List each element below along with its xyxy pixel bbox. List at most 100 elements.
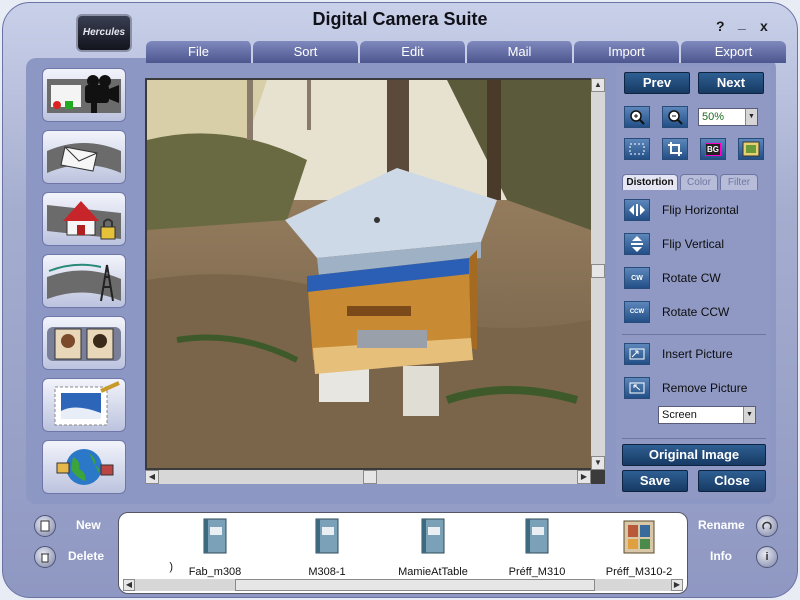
insert-picture-label: Insert Picture: [662, 347, 733, 361]
sidebar-web-button[interactable]: [42, 440, 126, 494]
scroll-left-arrow-icon[interactable]: ◀: [145, 470, 159, 484]
rotate-ccw-icon-text: CCW: [629, 309, 645, 315]
edit-tabs: Distortion Color Filter: [622, 174, 768, 190]
delete-button[interactable]: Delete: [68, 549, 104, 563]
bg-icon-label: BG: [705, 142, 721, 156]
app-title: Digital Camera Suite: [312, 9, 488, 29]
rename-icon[interactable]: [756, 515, 778, 537]
book-icon: [315, 518, 339, 554]
save-button[interactable]: Save: [622, 470, 688, 492]
divider: [622, 438, 766, 439]
insert-picture-action[interactable]: Insert Picture: [624, 340, 768, 368]
remove-picture-icon: [624, 377, 650, 399]
mail-film-icon: [47, 143, 121, 173]
picture-frame-icon[interactable]: [738, 138, 764, 160]
scroll-down-arrow-icon[interactable]: ▼: [591, 456, 605, 470]
open-album-icon: [623, 520, 655, 554]
book-icon: [203, 518, 227, 554]
flip-horizontal-action[interactable]: Flip Horizontal: [624, 196, 768, 224]
sidebar-video-button[interactable]: [42, 68, 126, 122]
image-viewer: ▲ ▼ ◀ ▶: [145, 78, 605, 484]
file-name: MamieAtTable: [398, 566, 468, 578]
rotate-cw-action[interactable]: CW Rotate CW: [624, 264, 768, 292]
vertical-scroll-thumb[interactable]: [591, 264, 605, 278]
tab-filter[interactable]: Filter: [720, 174, 758, 190]
bg-icon[interactable]: BG: [700, 138, 726, 160]
file-item[interactable]: MamieAtTable: [383, 517, 483, 578]
zoom-in-icon[interactable]: [624, 106, 650, 128]
new-button[interactable]: New: [76, 518, 101, 532]
flip-horizontal-icon: [624, 199, 650, 221]
app-window: Hercules Digital Camera Suite ? _ x File…: [0, 0, 800, 600]
book-icon: [421, 518, 445, 554]
file-strip-scrollbar[interactable]: ◀ ▶: [123, 579, 683, 591]
stamp-icon: [54, 381, 120, 426]
scroll-left-arrow-icon[interactable]: ◀: [123, 579, 135, 591]
menu-edit[interactable]: Edit: [360, 41, 467, 63]
zoom-out-icon[interactable]: [662, 106, 688, 128]
chevron-down-icon[interactable]: ▼: [743, 407, 755, 423]
sidebar-stamp-button[interactable]: [42, 378, 126, 432]
menu-mail[interactable]: Mail: [467, 41, 574, 63]
globe-photos-icon: [56, 449, 114, 485]
flip-vertical-action[interactable]: Flip Vertical: [624, 230, 768, 258]
horizontal-scroll-thumb[interactable]: [363, 470, 377, 484]
video-camera-film-icon: [47, 75, 121, 113]
next-button[interactable]: Next: [698, 72, 764, 94]
info-icon[interactable]: i: [756, 546, 778, 568]
file-item[interactable]: M308-1: [277, 517, 377, 578]
remove-picture-action[interactable]: Remove Picture: [624, 374, 768, 402]
file-item[interactable]: Préff_M310-2: [589, 517, 687, 578]
chevron-down-icon[interactable]: ▼: [745, 109, 757, 125]
delete-icon[interactable]: [34, 546, 56, 568]
rename-button[interactable]: Rename: [698, 518, 745, 532]
rotate-cw-label: Rotate CW: [662, 271, 721, 285]
file-item[interactable]: Préff_M310: [487, 517, 587, 578]
tab-color[interactable]: Color: [680, 174, 718, 190]
rotate-ccw-label: Rotate CCW: [662, 305, 730, 319]
original-image-button[interactable]: Original Image: [622, 444, 766, 466]
scroll-right-arrow-icon[interactable]: ▶: [577, 470, 591, 484]
menu-import[interactable]: Import: [574, 41, 681, 63]
screen-select-value: Screen: [662, 409, 697, 421]
beehive-photo: [147, 80, 591, 468]
rotate-ccw-action[interactable]: CCW Rotate CCW: [624, 298, 768, 326]
menu-export[interactable]: Export: [681, 41, 786, 63]
photo-album-icon: [47, 327, 121, 361]
menu-sort[interactable]: Sort: [253, 41, 360, 63]
scroll-up-arrow-icon[interactable]: ▲: [591, 78, 605, 92]
close-window-button[interactable]: x: [760, 18, 768, 34]
file-name: M308-1: [308, 566, 346, 578]
book-icon: [525, 518, 549, 554]
crop-icon[interactable]: [662, 138, 688, 160]
sidebar-mail-button[interactable]: [42, 130, 126, 184]
close-button[interactable]: Close: [698, 470, 766, 492]
select-icon[interactable]: [624, 138, 650, 160]
flip-horizontal-label: Flip Horizontal: [662, 203, 739, 217]
remove-picture-label: Remove Picture: [662, 381, 748, 395]
tab-distortion[interactable]: Distortion: [622, 174, 678, 190]
menu-file[interactable]: File: [146, 41, 253, 63]
file-strip-scroll-thumb[interactable]: [235, 579, 595, 591]
file-item[interactable]: Fab_m308: [165, 517, 265, 578]
horizontal-scrollbar[interactable]: ◀ ▶: [145, 470, 591, 484]
screen-select[interactable]: Screen ▼: [658, 406, 756, 424]
minimize-button[interactable]: _: [738, 15, 746, 31]
zoom-select[interactable]: 50% ▼: [698, 108, 758, 126]
sidebar-home-button[interactable]: [42, 192, 126, 246]
vertical-scrollbar[interactable]: ▲ ▼: [591, 78, 605, 470]
scroll-right-arrow-icon[interactable]: ▶: [671, 579, 683, 591]
edit-panel: Prev Next BG 50% ▼ Distortion Color Filt…: [616, 66, 771, 498]
file-name: Fab_m308: [188, 566, 242, 578]
sidebar-transfer-button[interactable]: [42, 254, 126, 308]
prev-button[interactable]: Prev: [624, 72, 690, 94]
transmission-tower-film-icon: [47, 263, 121, 302]
info-button[interactable]: Info: [710, 549, 732, 563]
rotate-ccw-icon: CCW: [624, 301, 650, 323]
sidebar-album-button[interactable]: [42, 316, 126, 370]
flip-vertical-icon: [624, 233, 650, 255]
file-name: Préff_M310-2: [605, 566, 673, 578]
new-icon[interactable]: [34, 515, 56, 537]
help-button[interactable]: ?: [716, 18, 725, 34]
menu-bar: File Sort Edit Mail Import Export: [146, 41, 786, 63]
